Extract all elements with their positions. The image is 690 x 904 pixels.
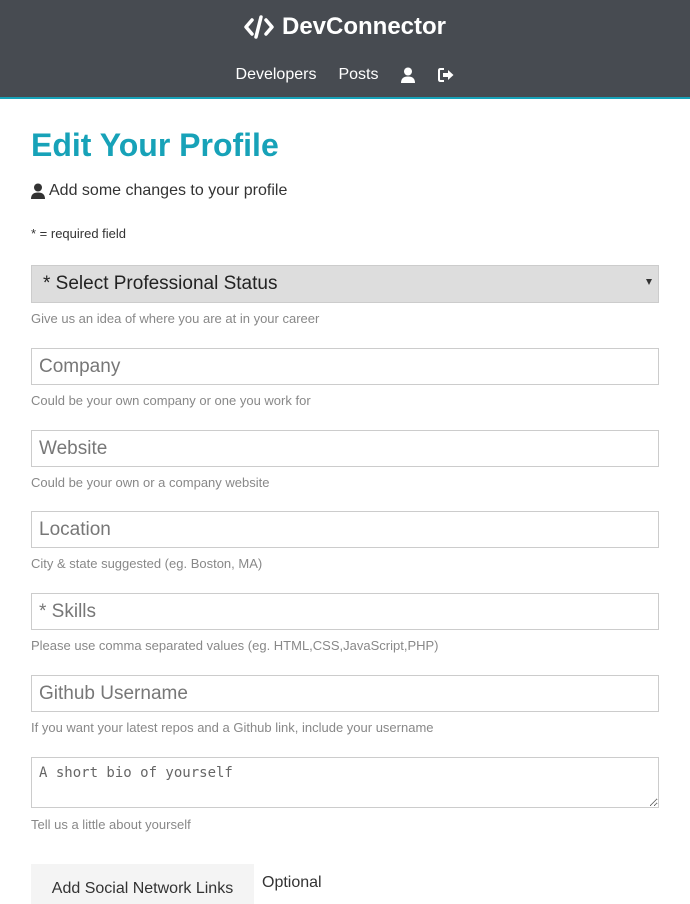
brand-name: DevConnector: [281, 13, 447, 40]
add-social-links-button[interactable]: Add Social Network Links: [31, 864, 254, 904]
skills-field: Please use comma separated values (eg. H…: [31, 593, 659, 653]
brand-link[interactable]: DevConnector: [0, 10, 690, 44]
location-field: City & state suggested (eg. Boston, MA): [31, 511, 659, 571]
location-hint: City & state suggested (eg. Boston, MA): [31, 556, 263, 571]
caret-down-icon: [646, 279, 652, 285]
skills-hint: Please use comma separated values (eg. H…: [31, 638, 439, 653]
social-row: Add Social Network Links Optional: [31, 864, 322, 904]
sign-out-icon[interactable]: [438, 67, 454, 83]
user-icon: [31, 183, 45, 199]
github-username-input[interactable]: [31, 675, 659, 712]
website-input[interactable]: [31, 430, 659, 467]
nav-link-posts[interactable]: Posts: [338, 66, 378, 84]
github-hint: If you want your latest repos and a Gith…: [31, 720, 434, 735]
lead-text: Add some changes to your profile: [31, 182, 287, 200]
github-field: If you want your latest repos and a Gith…: [31, 675, 659, 735]
bio-hint: Tell us a little about yourself: [31, 817, 191, 832]
bio-textarea[interactable]: [31, 757, 659, 808]
status-field: * Select Professional Status Give us an …: [31, 265, 659, 326]
status-select-value: * Select Professional Status: [43, 273, 278, 294]
lead-label: Add some changes to your profile: [49, 182, 288, 199]
optional-label: Optional: [262, 874, 322, 891]
company-input[interactable]: [31, 348, 659, 385]
navbar: DevConnector Developers Posts: [0, 0, 690, 99]
status-select[interactable]: * Select Professional Status: [31, 265, 659, 303]
required-note: * = required field: [31, 226, 127, 241]
website-hint: Could be your own or a company website: [31, 475, 270, 490]
company-hint: Could be your own company or one you wor…: [31, 393, 311, 408]
nav-link-developers[interactable]: Developers: [236, 66, 317, 84]
skills-input[interactable]: [31, 593, 659, 630]
user-icon[interactable]: [400, 67, 416, 83]
location-input[interactable]: [31, 511, 659, 548]
bio-field: Tell us a little about yourself: [31, 757, 659, 832]
page-title: Edit Your Profile: [31, 127, 279, 163]
company-field: Could be your own company or one you wor…: [31, 348, 659, 408]
website-field: Could be your own or a company website: [31, 430, 659, 490]
status-hint: Give us an idea of where you are at in y…: [31, 311, 320, 326]
nav-links: Developers Posts: [0, 62, 690, 88]
code-icon: [244, 14, 274, 40]
